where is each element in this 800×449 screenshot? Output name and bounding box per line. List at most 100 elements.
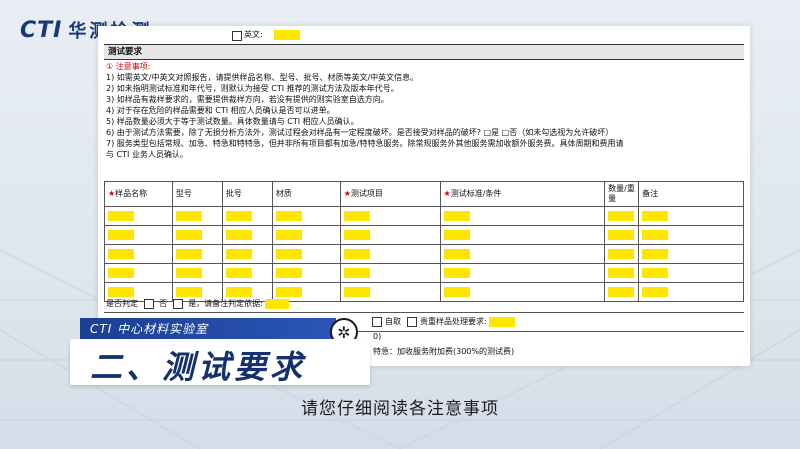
judge-label: 是否判定 <box>106 299 138 308</box>
required-star-icon: ★ <box>343 189 351 198</box>
self-pickup-option: 自取 <box>369 313 401 331</box>
highlight-field[interactable] <box>343 268 370 278</box>
english-label: 英文: <box>244 30 263 39</box>
table-cell[interactable] <box>104 263 173 283</box>
table-cell[interactable] <box>221 206 273 226</box>
self-pickup-checkbox[interactable] <box>372 316 382 327</box>
table-cell[interactable] <box>638 263 744 283</box>
column-header: 批号 <box>221 181 273 207</box>
highlight-field[interactable] <box>274 30 300 40</box>
table-cell[interactable] <box>271 206 341 226</box>
urgent-service-note: 特急：加收服务附加费(300%的测试费) <box>373 347 515 356</box>
highlight-field[interactable] <box>108 249 134 259</box>
note-line: 与 CTI 业务人员确认。 <box>106 150 188 159</box>
table-cell[interactable] <box>638 206 744 226</box>
table-cell[interactable] <box>339 206 441 226</box>
highlight-field[interactable] <box>642 211 669 221</box>
test-request-document: 英文: 测试要求 ① 注意事项: 1) 如需英文/中英文对照报告，请提供样品名称… <box>98 26 750 366</box>
highlight-field[interactable] <box>443 211 470 221</box>
highlight-field[interactable] <box>443 268 470 278</box>
judge-basis-field[interactable] <box>265 298 290 309</box>
highlight-field[interactable] <box>343 249 370 259</box>
highlight-field[interactable] <box>642 268 669 278</box>
highlight-field[interactable] <box>175 268 202 278</box>
table-cell[interactable] <box>339 263 441 283</box>
column-header-label: 测试项目 <box>350 189 383 198</box>
table-cell[interactable] <box>221 244 273 264</box>
highlight-field[interactable] <box>225 249 252 259</box>
table-cell[interactable] <box>271 244 341 264</box>
table-cell[interactable] <box>439 225 606 245</box>
table-cell[interactable] <box>439 263 606 283</box>
table-cell[interactable] <box>271 225 341 245</box>
table-cell[interactable] <box>104 244 173 264</box>
top-strip: 英文: <box>104 26 744 45</box>
highlight-field[interactable] <box>108 230 134 240</box>
note-line: 5) 样品数量必须大于等于测试数量。具体数量请与 CTI 相应人员确认。 <box>106 117 359 126</box>
highlight-field[interactable] <box>608 249 635 259</box>
table-cell[interactable] <box>271 263 341 283</box>
table-cell[interactable] <box>439 244 606 264</box>
highlight-field[interactable] <box>608 268 635 278</box>
highlight-field[interactable] <box>108 268 134 278</box>
column-header-label: 备注 <box>642 189 659 198</box>
table-cell[interactable] <box>171 206 223 226</box>
highlight-field[interactable] <box>275 249 302 259</box>
highlight-field[interactable] <box>225 230 252 240</box>
highlight-field[interactable] <box>642 230 669 240</box>
table-cell[interactable] <box>638 244 744 264</box>
precious-checkbox[interactable] <box>407 316 417 327</box>
table-cell[interactable] <box>104 206 173 226</box>
highlight-field[interactable] <box>275 211 302 221</box>
note-line: 4) 对于存在危险的样品需要和 CTI 相应人员确认是否可以进单。 <box>106 106 335 115</box>
english-checkbox[interactable] <box>232 31 242 41</box>
highlight-field[interactable] <box>108 211 134 221</box>
required-star-icon: ★ <box>443 189 451 198</box>
table-cell[interactable] <box>171 225 223 245</box>
table-cell[interactable] <box>104 225 173 245</box>
lab-tag: CTI 中心材料实验室 <box>80 318 336 340</box>
table-body <box>104 206 744 302</box>
table-cell[interactable] <box>604 263 640 283</box>
table-cell[interactable] <box>171 244 223 264</box>
table-cell[interactable] <box>339 244 441 264</box>
note-line: 1) 如需英文/中英文对照报告，请提供样品名称、型号、批号、材质等英文/中英文信… <box>106 73 419 82</box>
column-header-label: 批号 <box>225 189 242 198</box>
column-header: ★样品名称 <box>104 181 173 207</box>
highlight-field[interactable] <box>608 211 635 221</box>
highlight-field[interactable] <box>343 211 370 221</box>
highlight-field[interactable] <box>275 268 302 278</box>
table-cell[interactable] <box>439 206 606 226</box>
column-header: 材质 <box>271 181 341 207</box>
table-row <box>104 244 744 264</box>
column-header: ★测试标准/条件 <box>439 181 606 207</box>
highlight-field[interactable] <box>608 230 635 240</box>
video-subtitle: 请您仔细阅读各注意事项 <box>301 399 499 419</box>
highlight-field[interactable] <box>225 268 252 278</box>
table-cell[interactable] <box>604 225 640 245</box>
table-cell[interactable] <box>604 206 640 226</box>
highlight-field[interactable] <box>175 211 202 221</box>
table-cell[interactable] <box>221 263 273 283</box>
table-row <box>104 206 744 226</box>
table-cell[interactable] <box>171 263 223 283</box>
table-cell[interactable] <box>604 244 640 264</box>
highlight-field[interactable] <box>175 230 202 240</box>
highlight-field[interactable] <box>642 249 669 259</box>
column-header-label: 样品名称 <box>115 189 148 198</box>
highlight-field[interactable] <box>175 249 202 259</box>
judge-no-checkbox[interactable] <box>143 298 154 309</box>
highlight-field[interactable] <box>443 249 470 259</box>
highlight-field[interactable] <box>443 230 470 240</box>
table-cell[interactable] <box>638 225 744 245</box>
judge-yes-checkbox[interactable] <box>172 298 183 309</box>
note-line: 7) 服务类型包括常规、加急、特急和特特急，但并非所有项目都有加急/特特急服务。… <box>106 139 624 148</box>
highlight-field[interactable] <box>343 230 370 240</box>
logo-cti-text: CTI <box>20 17 63 43</box>
precious-field[interactable] <box>489 316 516 327</box>
table-cell[interactable] <box>221 225 273 245</box>
judgement-row: 是否判定 否 是，请备注判定依据: <box>104 296 744 313</box>
highlight-field[interactable] <box>275 230 302 240</box>
highlight-field[interactable] <box>225 211 252 221</box>
table-cell[interactable] <box>339 225 441 245</box>
